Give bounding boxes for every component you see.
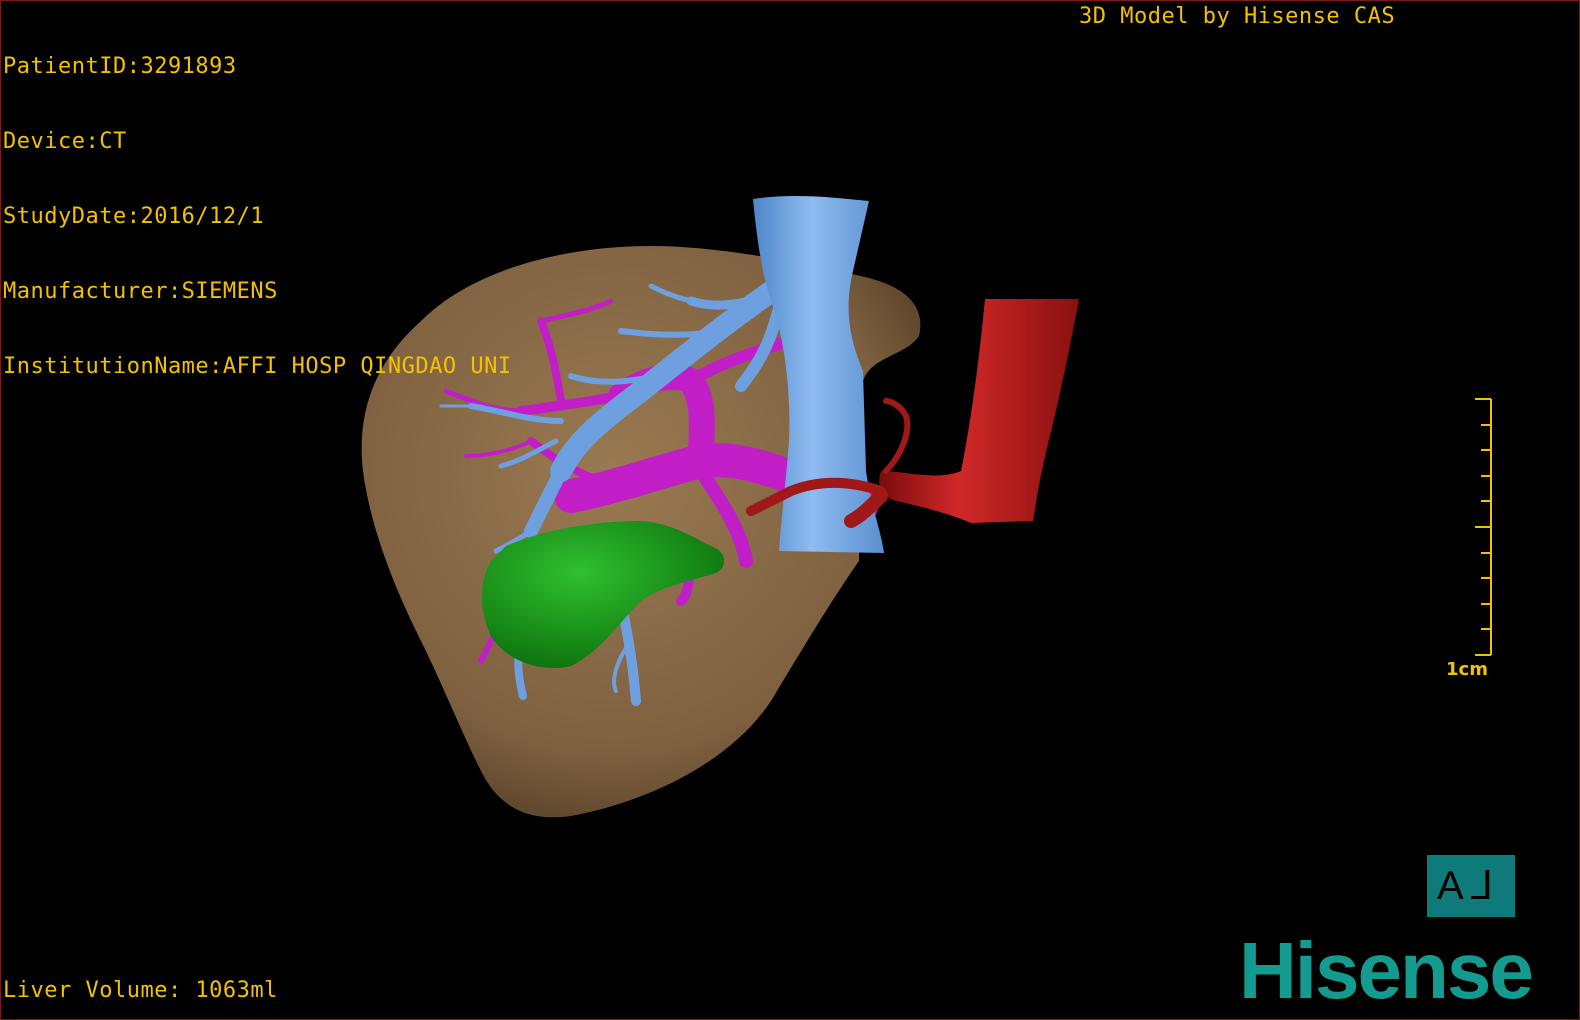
hisense-logo: Hisense	[1239, 926, 1534, 1015]
scale-bar	[1475, 398, 1492, 656]
patient-id: PatientID:3291893	[3, 54, 237, 79]
model-credit: 3D Model by Hisense CAS	[1079, 4, 1396, 29]
manufacturer: Manufacturer:SIEMENS	[3, 279, 278, 304]
orientation-face-anterior: A	[1437, 864, 1464, 908]
dicom-info-overlay: PatientID:3291893 Device:CT StudyDate:20…	[3, 4, 512, 429]
device: Device:CT	[3, 129, 127, 154]
liver-volume: Liver Volume: 1063ml	[3, 978, 278, 1003]
orientation-face-right: ⅃	[1471, 864, 1494, 908]
orientation-cube[interactable]: A ⅃	[1427, 855, 1515, 917]
3d-viewport[interactable]: PatientID:3291893 Device:CT StudyDate:20…	[0, 0, 1580, 1020]
scale-label: 1cm	[1446, 659, 1488, 680]
institution-name: InstitutionName:AFFI HOSP QINGDAO UNI	[3, 354, 512, 379]
study-date: StudyDate:2016/12/1	[3, 204, 265, 229]
